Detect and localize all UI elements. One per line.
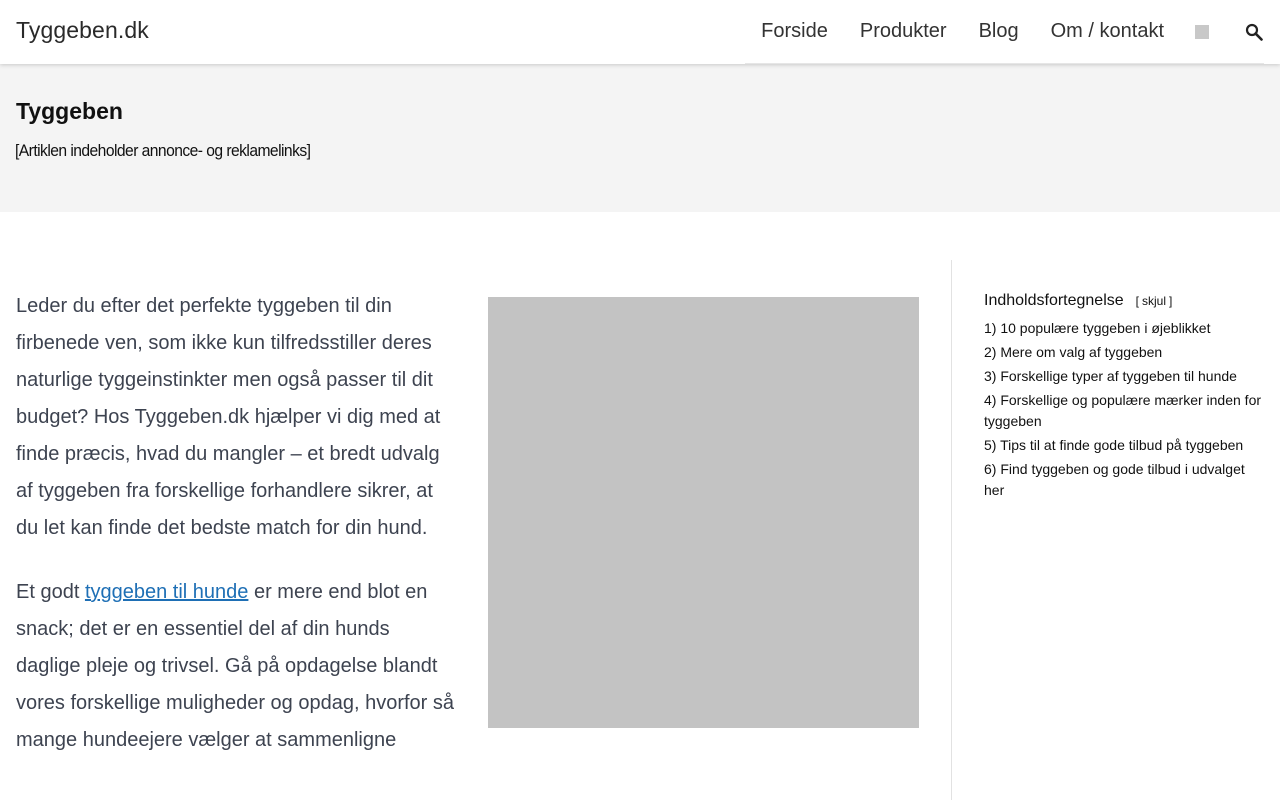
toc-item-number: 5) xyxy=(984,437,997,453)
toc-list: 1) 10 populære tyggeben i øjeblikket 2) … xyxy=(984,318,1264,501)
main-nav: Forside Produkter Blog Om / kontakt xyxy=(745,0,1264,64)
article-paragraph-2: Et godt tyggeben til hunde er mere end b… xyxy=(16,574,456,759)
article-image-placeholder xyxy=(488,297,919,728)
article-paragraph-1: Leder du efter det perfekte tyggeben til… xyxy=(16,295,441,539)
search-icon[interactable] xyxy=(1244,22,1264,42)
toc-item-label: Forskellige og populære mærker inden for… xyxy=(984,392,1262,429)
article-body: Leder du efter det perfekte tyggeben til… xyxy=(16,288,456,786)
paragraph-text: er mere end blot en snack; det er en ess… xyxy=(16,581,455,751)
toc-item-label: Find tyggeben og gode tilbud i udvalget … xyxy=(984,461,1245,498)
nav-item-produkter[interactable]: Produkter xyxy=(860,20,947,43)
toc-item-5[interactable]: 5) Tips til at finde gode tilbud på tygg… xyxy=(984,435,1264,456)
page-title: Tyggeben xyxy=(16,98,123,124)
toc-item-number: 3) xyxy=(984,368,997,384)
toc-item-number: 4) xyxy=(984,392,997,408)
toc-item-6[interactable]: 6) Find tyggeben og gode tilbud i udvalg… xyxy=(984,459,1264,501)
site-header: Tyggeben.dk Forside Produkter Blog Om / … xyxy=(0,0,1280,64)
table-of-contents: Indholdsfortegnelse [skjul] 1) 10 populæ… xyxy=(984,292,1264,504)
nav-item-forside[interactable]: Forside xyxy=(761,20,828,43)
toc-title: Indholdsfortegnelse xyxy=(984,292,1124,309)
paragraph-text: Et godt xyxy=(16,581,85,603)
tyggeben-til-hunde-link[interactable]: tyggeben til hunde xyxy=(85,581,248,603)
toc-item-4[interactable]: 4) Forskellige og populære mærker inden … xyxy=(984,390,1264,432)
toc-item-1[interactable]: 1) 10 populære tyggeben i øjeblikket xyxy=(984,318,1264,339)
toc-item-label: 10 populære tyggeben i øjeblikket xyxy=(1000,320,1211,336)
toc-item-label: Mere om valg af tyggeben xyxy=(1000,344,1163,360)
nav-item-om-kontakt[interactable]: Om / kontakt xyxy=(1051,20,1164,43)
toc-item-label: Tips til at finde gode tilbud på tyggebe… xyxy=(1000,437,1244,453)
nav-item-blog[interactable]: Blog xyxy=(979,20,1019,43)
nav-placeholder-icon xyxy=(1195,24,1209,39)
toc-item-label: Forskellige typer af tyggeben til hunde xyxy=(1000,368,1237,384)
sidebar-divider xyxy=(951,260,952,800)
ad-disclaimer: [Artiklen indeholder annonce- og reklame… xyxy=(15,141,311,160)
page-hero: Tyggeben [Artiklen indeholder annonce- o… xyxy=(0,64,1280,212)
toc-item-2[interactable]: 2) Mere om valg af tyggeben xyxy=(984,342,1264,363)
toc-item-number: 6) xyxy=(984,461,997,477)
toc-item-3[interactable]: 3) Forskellige typer af tyggeben til hun… xyxy=(984,366,1264,387)
toc-toggle-button[interactable]: [skjul] xyxy=(1133,294,1176,308)
site-title-link[interactable]: Tyggeben.dk xyxy=(16,17,149,44)
toc-item-number: 1) xyxy=(984,320,997,336)
toc-toggle-label: skjul xyxy=(1142,294,1167,308)
toc-header: Indholdsfortegnelse [skjul] xyxy=(984,292,1264,310)
toc-item-number: 2) xyxy=(984,344,997,360)
